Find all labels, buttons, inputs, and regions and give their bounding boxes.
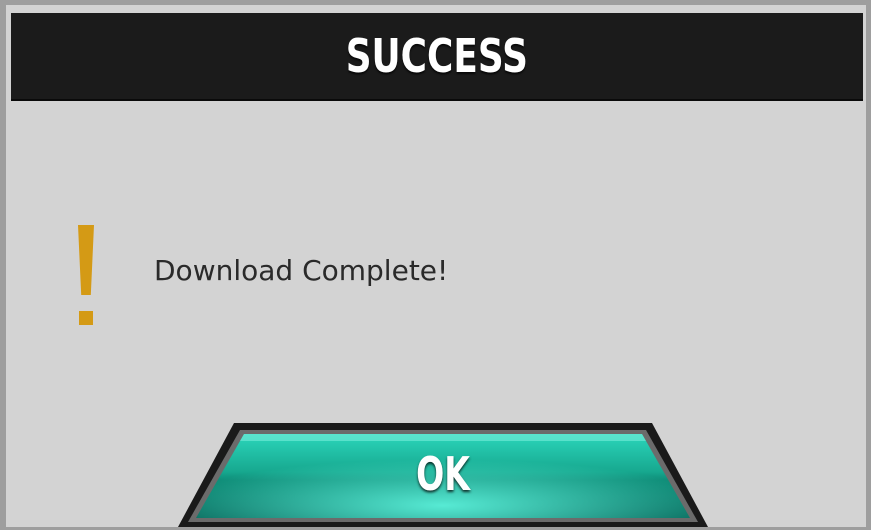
exclamation-icon <box>76 225 96 325</box>
dialog-titlebar: SUCCESS <box>11 13 863 101</box>
message-row: Download Complete! <box>76 220 448 330</box>
ok-button[interactable]: OK <box>176 421 710 527</box>
dialog-title: SUCCESS <box>345 29 529 83</box>
ok-button-shape <box>178 423 708 527</box>
dialog-message: Download Complete! <box>154 254 449 287</box>
success-dialog: SUCCESS Download Complete! OK <box>0 0 871 530</box>
